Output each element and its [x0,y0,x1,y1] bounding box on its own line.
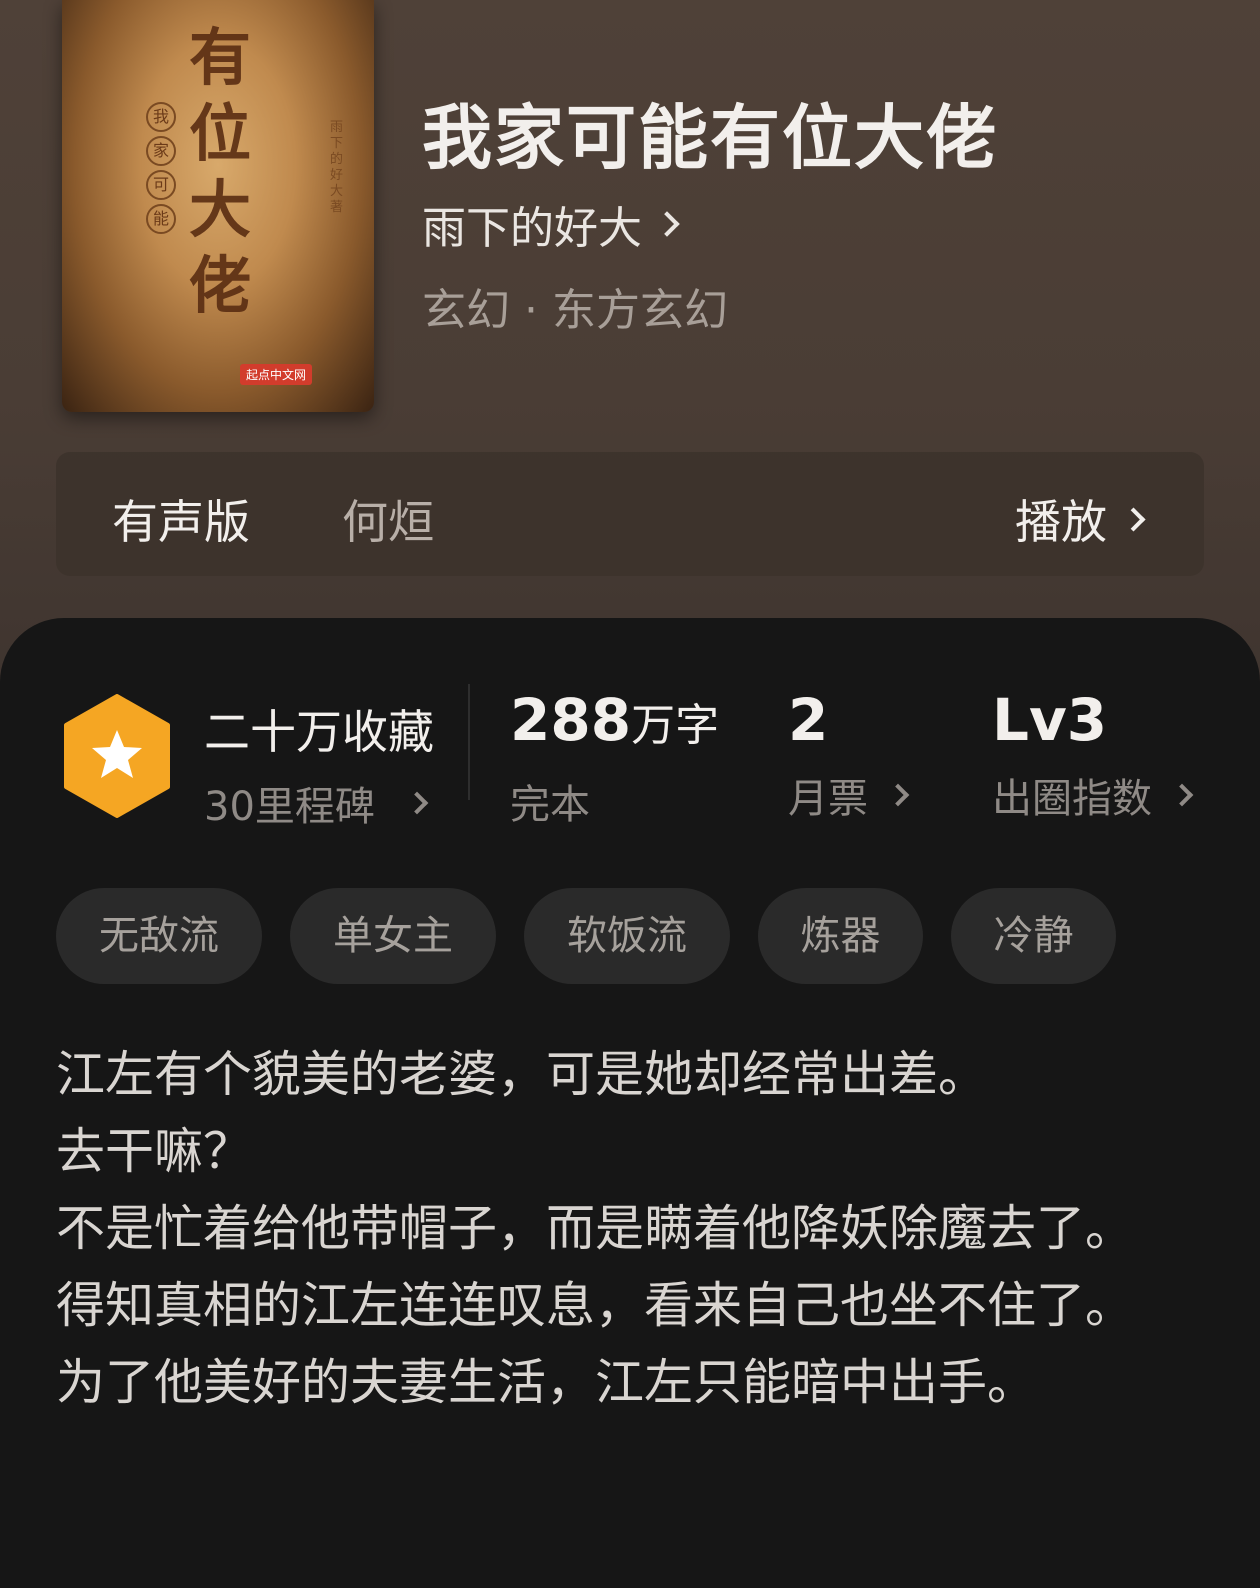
collection-count: 二十万收藏 [204,705,434,759]
cover-author: 雨下的好大著 [330,120,344,215]
completion-status: 完本 [510,782,590,828]
play-button[interactable]: 播放 [1015,486,1146,552]
audio-version-bar[interactable]: 有声版 何烜 播放 [56,452,1204,576]
synopsis-line: 不是忙着给他带帽子，而是瞒着他降妖除魔去了。 [56,1200,1135,1257]
milestone-row: 30里程碑 [204,774,434,832]
tag-chip[interactable]: 炼器 [758,888,923,984]
monthly-ticket-label: 月票 [788,776,868,822]
milestone-label: 30里程碑 [204,784,375,830]
stats-divider [468,684,470,800]
audio-narrator: 何烜 [342,495,434,549]
info-panel: 二十万收藏 30里程碑 288万字 完本 2 月票 Lv3 出圈指数 无敌流 单… [0,618,1260,1588]
synopsis-line: 为了他美好的夫妻生活，江左只能暗中出手。 [56,1354,1037,1411]
book-genre: 玄幻 · 东方玄幻 [422,285,728,336]
cover-subtitle-char: 家 [146,136,176,166]
synopsis-line: 江左有个貌美的老婆，可是她却经常出差。 [56,1046,988,1103]
synopsis-line: 去干嘛？ [56,1123,253,1180]
book-cover[interactable]: 有位大佬 我 家 可 能 雨下的好大著 起点中文网 [62,0,374,412]
book-title: 我家可能有位大佬 [422,96,998,179]
popularity-index-level: Lv3 [992,686,1108,754]
cover-title: 有位大佬 [188,21,251,322]
synopsis-line: 得知真相的江左连连叹息，看来自己也坐不住了。 [56,1277,1135,1334]
publisher-logo: 起点中文网 [240,364,313,385]
monthly-ticket-stat[interactable]: 2 月票 [788,686,910,824]
cover-subtitle-char: 可 [146,170,176,200]
word-count-stat: 288万字 完本 [510,688,719,830]
popularity-index-label: 出圈指数 [992,776,1152,822]
tag-list: 无敌流 单女主 软饭流 炼器 冷静 [56,888,1144,984]
tag-chip[interactable]: 无敌流 [56,888,262,984]
synopsis[interactable]: 江左有个貌美的老婆，可是她却经常出差。 去干嘛？ 不是忙着给他带帽子，而是瞒着他… [56,1036,1156,1421]
chevron-right-icon [654,211,680,237]
cover-subtitle: 我 家 可 能 [146,98,176,238]
chevron-right-icon [405,791,429,815]
collection-milestone[interactable]: 二十万收藏 30里程碑 [204,696,434,832]
word-count-number: 288 [510,686,632,754]
word-count-unit: 万字 [631,700,720,751]
author-link[interactable]: 雨下的好大 [422,192,680,256]
play-label: 播放 [1015,495,1107,549]
tag-chip[interactable]: 软饭流 [524,888,730,984]
monthly-ticket-number: 2 [788,686,829,754]
chevron-right-icon [1170,783,1194,807]
cover-subtitle-char: 能 [146,204,176,234]
star-badge-icon [64,694,170,818]
tag-chip[interactable]: 冷静 [951,888,1116,984]
chevron-right-icon [886,783,910,807]
popularity-index-stat[interactable]: Lv3 出圈指数 [992,686,1194,824]
audio-label: 有声版 [112,495,250,549]
cover-subtitle-char: 我 [146,102,176,132]
chevron-right-icon [1121,506,1146,532]
author-name: 雨下的好大 [422,203,642,254]
book-detail-page: 有位大佬 我 家 可 能 雨下的好大著 起点中文网 我家可能有位大佬 雨下的好大… [0,0,1260,1588]
tag-chip[interactable]: 单女主 [290,888,496,984]
